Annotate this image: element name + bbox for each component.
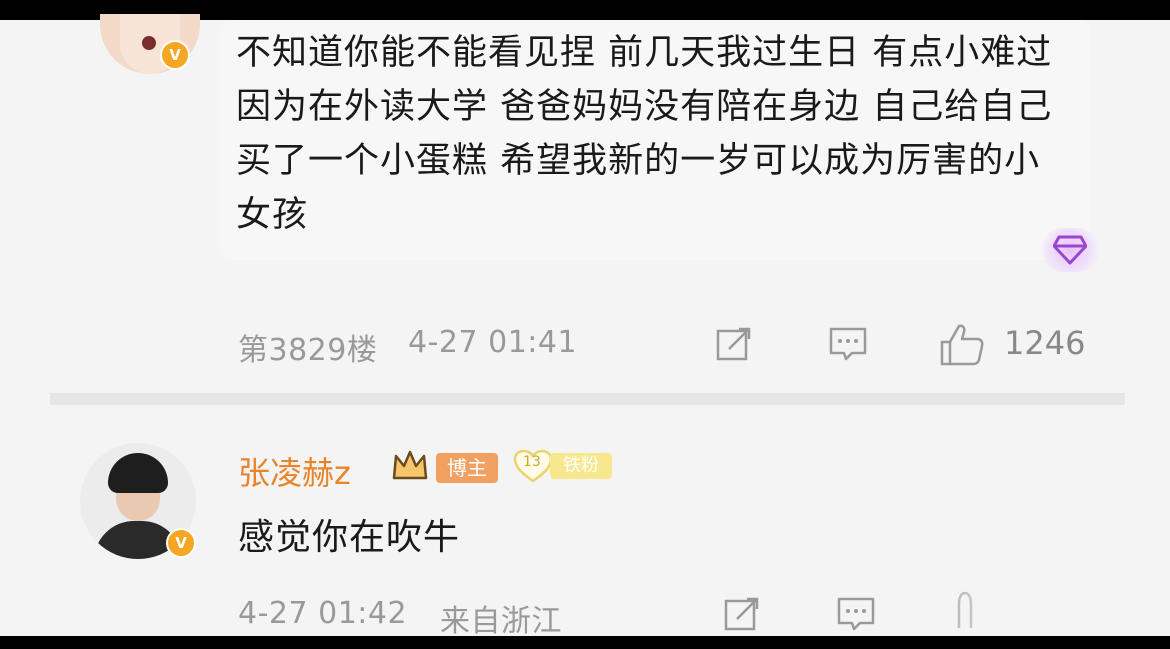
- gem-icon[interactable]: [1040, 228, 1100, 272]
- comment-time: 4-27 01:41: [408, 325, 578, 360]
- thumbs-up-glyph: [940, 324, 984, 366]
- share-icon[interactable]: [714, 324, 754, 364]
- reply-location: 来自浙江: [440, 604, 562, 639]
- verified-badge-icon: V: [166, 528, 196, 558]
- reply-text: 感觉你在吹牛: [238, 517, 461, 558]
- share-icon[interactable]: [722, 594, 762, 634]
- avatar-mouth: [142, 36, 156, 50]
- bottom-bar: [0, 636, 1170, 649]
- blogger-badge: 博主: [436, 453, 498, 483]
- like-count: 1246: [1004, 324, 1086, 362]
- fan-level-number: 13: [523, 454, 541, 470]
- comment-icon[interactable]: [828, 324, 868, 364]
- divider: [50, 393, 1125, 405]
- crown-glyph: [392, 450, 428, 480]
- fan-level-badge: 13 铁粉: [512, 448, 612, 484]
- gem-shape: [1053, 235, 1087, 265]
- crown-icon: [390, 446, 430, 486]
- share-glyph: [724, 597, 759, 631]
- reply-username[interactable]: 张凌赫z: [238, 448, 351, 494]
- comment-icon[interactable]: [836, 594, 876, 634]
- comment-text: 不知道你能不能看见捏 前几天我过生日 有点小难过因为在外读大学 爸爸妈妈没有陪在…: [236, 33, 1053, 235]
- avatar-hair: [108, 453, 168, 493]
- comment-glyph: [837, 597, 875, 631]
- comment-floor: 第3829楼: [238, 333, 378, 368]
- fan-badge-label: 铁粉: [550, 453, 612, 479]
- comment-glyph: [829, 327, 867, 361]
- share-glyph: [716, 327, 751, 361]
- reply-time: 4-27 01:42: [238, 596, 408, 631]
- watermark-blur: [900, 590, 1170, 630]
- thumbs-up-icon[interactable]: [938, 320, 986, 368]
- verified-badge-icon: V: [160, 40, 190, 70]
